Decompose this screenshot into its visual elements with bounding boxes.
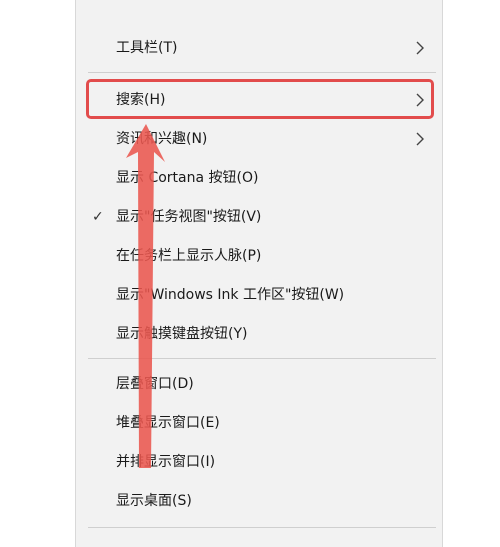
- menu-item-show-touch-keyboard-button[interactable]: 显示触摸键盘按钮(Y): [76, 315, 442, 353]
- menu-item-show-cortana-button[interactable]: 显示 Cortana 按钮(O): [76, 159, 442, 197]
- menu-item-label: 显示触摸键盘按钮(Y): [116, 326, 248, 342]
- menu-item-show-windows-stacked[interactable]: 堆叠显示窗口(E): [76, 404, 442, 442]
- menu-item-show-windows-ink-button[interactable]: 显示"Windows Ink 工作区"按钮(W): [76, 276, 442, 314]
- menu-item-label: 资讯和兴趣(N): [116, 131, 208, 147]
- chevron-right-icon: [416, 132, 424, 146]
- menu-item-show-desktop[interactable]: 显示桌面(S): [76, 482, 442, 520]
- menu-item-label: 显示"Windows Ink 工作区"按钮(W): [116, 287, 345, 303]
- menu-separator: [88, 358, 436, 359]
- menu-item-label: 并排显示窗口(I): [116, 454, 216, 470]
- chevron-right-icon: [416, 41, 424, 55]
- menu-item-label: 工具栏(T): [116, 40, 178, 56]
- menu-item-label: 显示"任务视图"按钮(V): [116, 209, 262, 225]
- menu-item-label: 显示桌面(S): [116, 493, 192, 509]
- menu-separator: [88, 72, 436, 73]
- menu-item-show-people[interactable]: 在任务栏上显示人脉(P): [76, 237, 442, 275]
- checkmark-icon: ✓: [92, 209, 104, 225]
- menu-item-cascade-windows[interactable]: 层叠窗口(D): [76, 365, 442, 403]
- taskbar-context-menu: 工具栏(T) 搜索(H) 资讯和兴趣(N) 显示 Cortana 按钮(O) ✓…: [76, 0, 442, 547]
- menu-item-label: 堆叠显示窗口(E): [116, 415, 220, 431]
- chevron-right-icon: [416, 93, 424, 107]
- menu-item-label: 在任务栏上显示人脉(P): [116, 248, 262, 264]
- menu-item-show-task-view-button[interactable]: ✓ 显示"任务视图"按钮(V): [76, 198, 442, 236]
- menu-item-label: 显示 Cortana 按钮(O): [116, 170, 259, 186]
- menu-item-news-and-interests[interactable]: 资讯和兴趣(N): [76, 120, 442, 158]
- menu-item-show-windows-side-by-side[interactable]: 并排显示窗口(I): [76, 443, 442, 481]
- menu-separator: [88, 527, 436, 528]
- menu-item-label: 层叠窗口(D): [116, 376, 194, 392]
- menu-item-label: 搜索(H): [116, 92, 166, 108]
- menu-item-toolbars[interactable]: 工具栏(T): [76, 29, 442, 67]
- menu-item-search[interactable]: 搜索(H): [76, 81, 442, 119]
